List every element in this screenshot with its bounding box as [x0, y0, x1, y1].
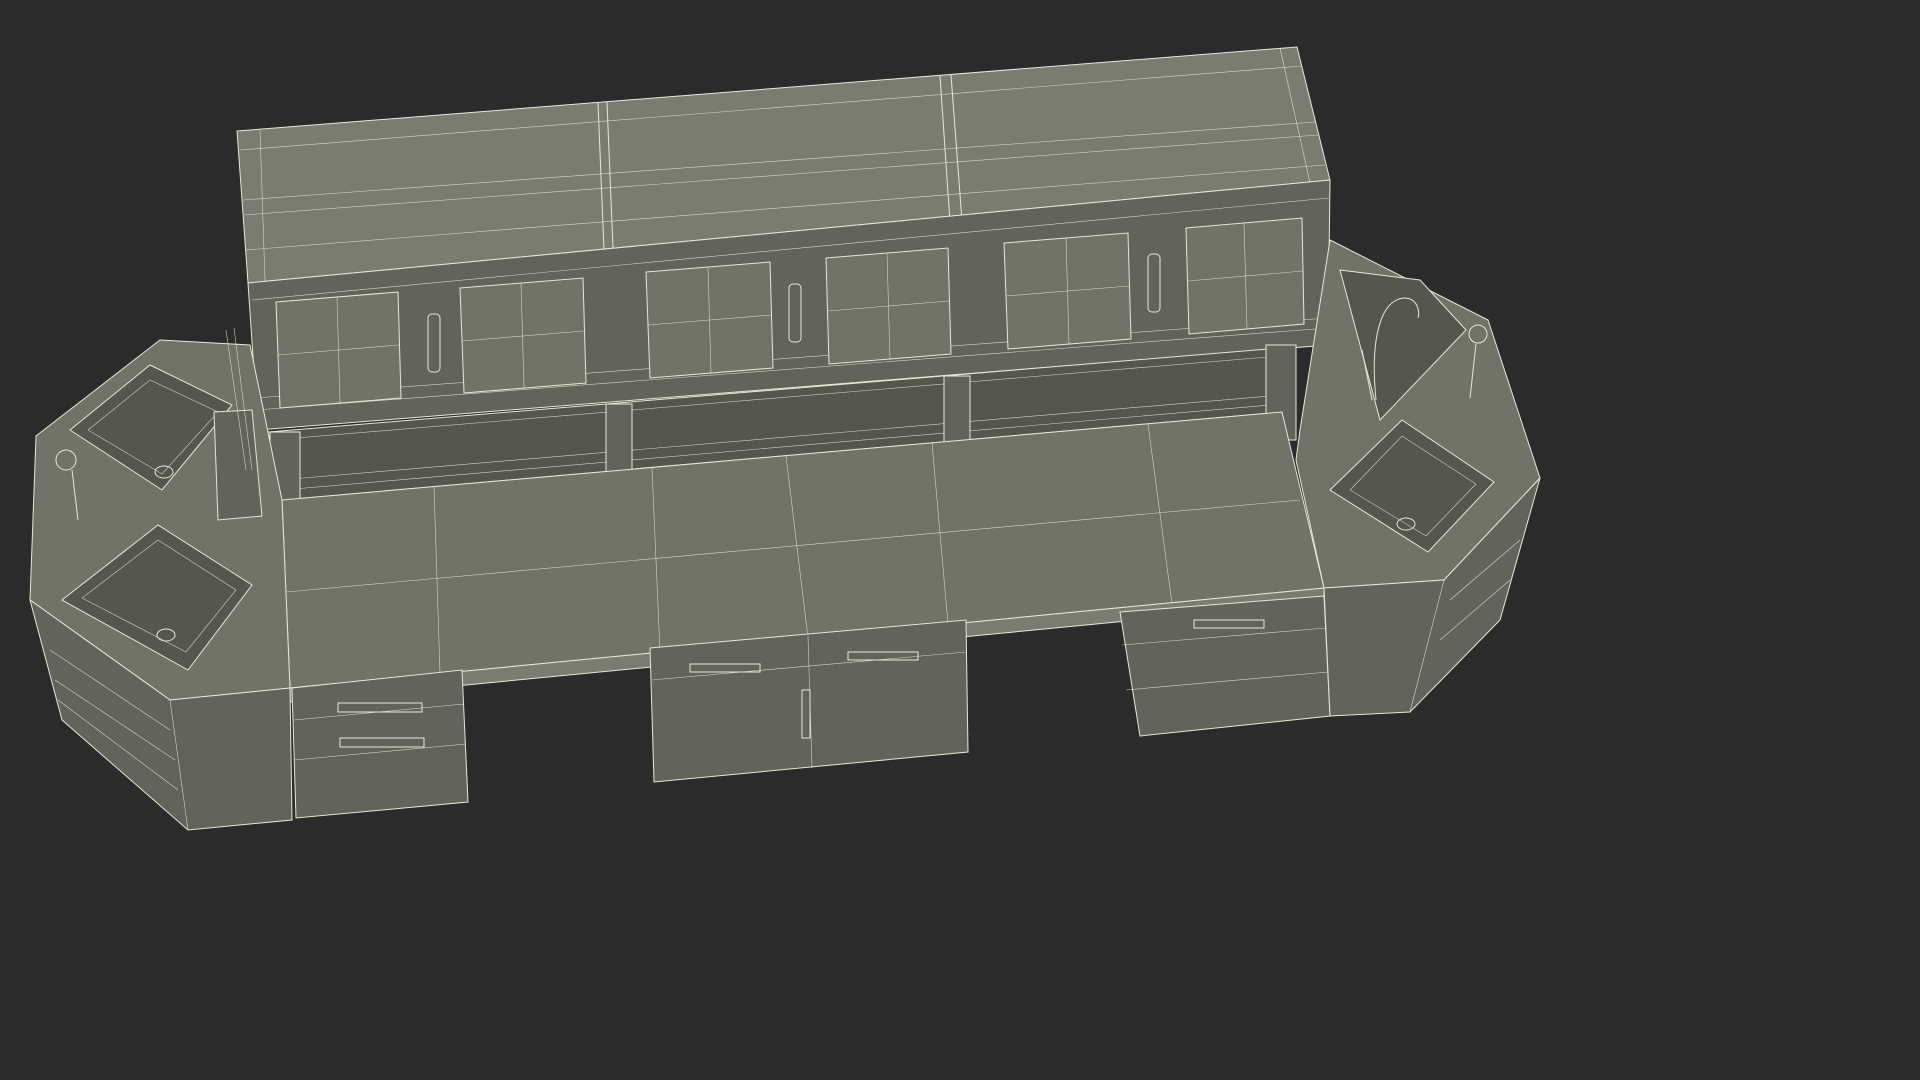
wireframe-scene: .w { fill: none; stroke: #e9e8d6; stroke…: [0, 0, 1568, 882]
right-drawer-unit: [1119, 595, 1331, 737]
wireframe-render: .w { fill: none; stroke: #e9e8d6; stroke…: [29, 46, 1541, 831]
center-cabinet: [649, 619, 969, 783]
right-sink-wing: [1295, 239, 1541, 717]
left-drawer-unit: [291, 669, 469, 819]
